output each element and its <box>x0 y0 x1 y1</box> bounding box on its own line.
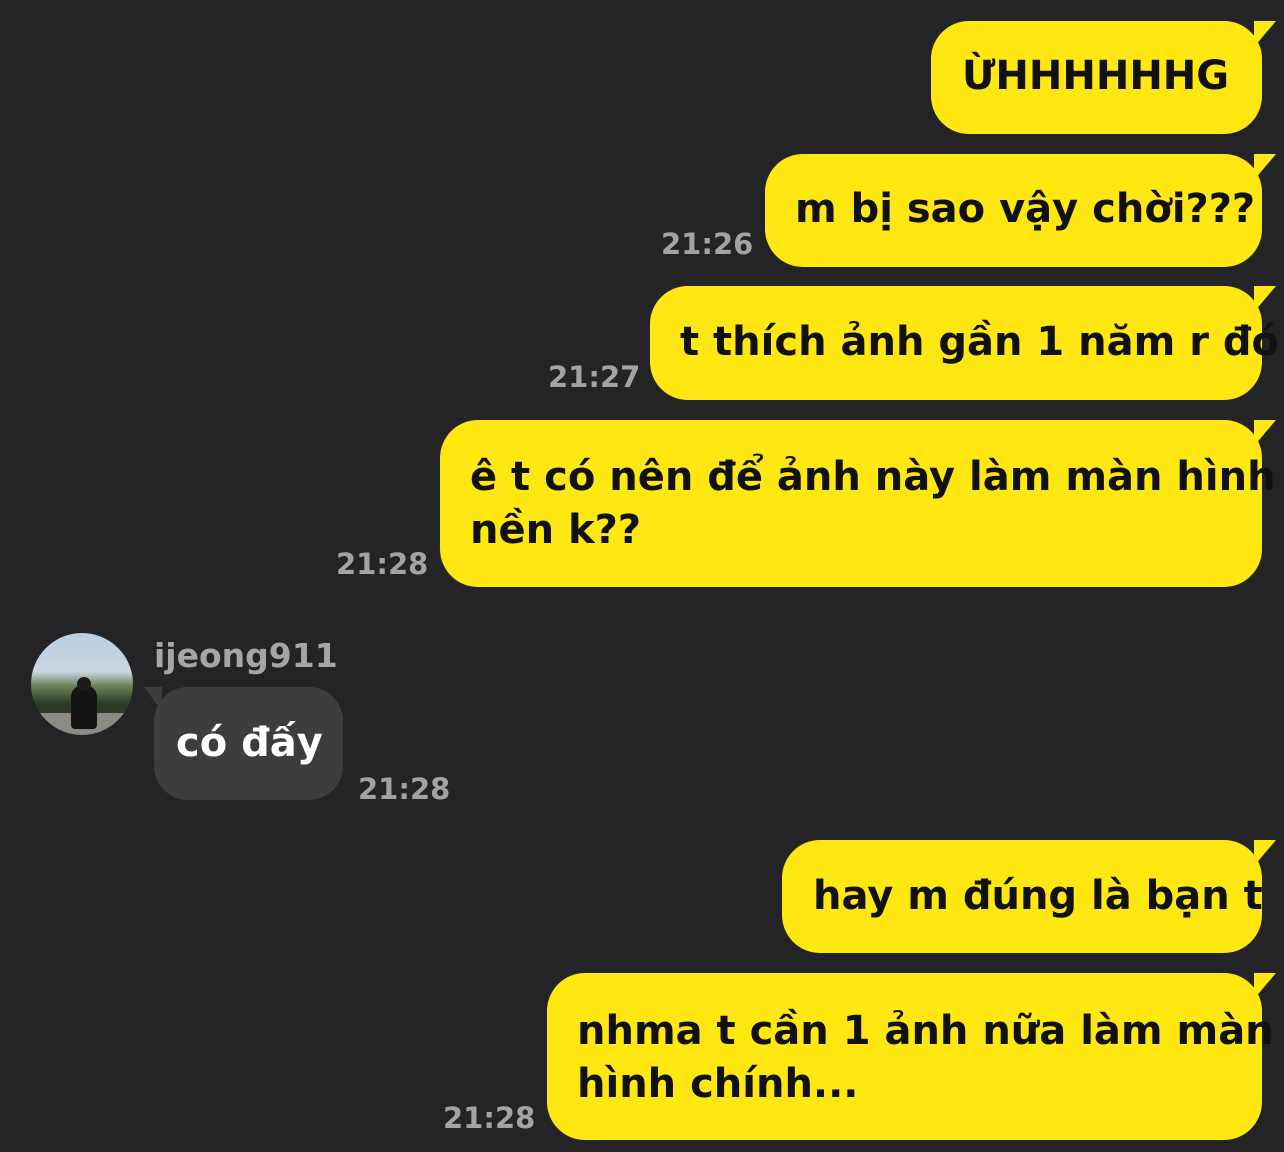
message-text: có đấy <box>176 720 323 766</box>
outgoing-message[interactable]: hay m đúng là bạn t <box>782 840 1276 953</box>
outgoing-message[interactable]: m bị sao vậy chời??? <box>765 154 1276 267</box>
message-text: ỪHHHHHHG <box>962 53 1230 99</box>
message-text: m bị sao vậy chời??? <box>795 186 1256 232</box>
outgoing-message[interactable]: ê t có nên để ảnh này làm màn hình nền k… <box>440 420 1276 587</box>
avatar[interactable] <box>31 633 133 735</box>
message-text: hay m đúng là bạn t <box>813 873 1263 919</box>
message-timestamp: 21:27 <box>548 360 641 394</box>
message-text-line-2: nền k?? <box>470 507 642 553</box>
outgoing-message[interactable]: t thích ảnh gần 1 năm r đó <box>650 286 1279 400</box>
chat-thread[interactable]: ỪHHHHHHG 21:26 m bị sao vậy chời??? 21:2… <box>0 0 1284 1152</box>
sender-name: ijeong911 <box>154 636 338 675</box>
message-text-line-1: ê t có nên để ảnh này làm màn hình <box>470 454 1276 500</box>
message-timestamp: 21:28 <box>443 1101 536 1135</box>
message-text-line-2: hình chính... <box>577 1061 859 1107</box>
message-text-line-1: nhma t cần 1 ảnh nữa làm màn <box>577 1008 1274 1054</box>
outgoing-message[interactable]: ỪHHHHHHG <box>931 21 1276 134</box>
message-timestamp: 21:28 <box>336 547 429 581</box>
message-timestamp: 21:26 <box>661 227 754 261</box>
outgoing-message[interactable]: nhma t cần 1 ảnh nữa làm màn hình chính.… <box>547 973 1276 1140</box>
message-timestamp: 21:28 <box>358 772 451 806</box>
message-text: t thích ảnh gần 1 năm r đó <box>680 319 1279 365</box>
incoming-message[interactable]: có đấy <box>144 687 343 800</box>
